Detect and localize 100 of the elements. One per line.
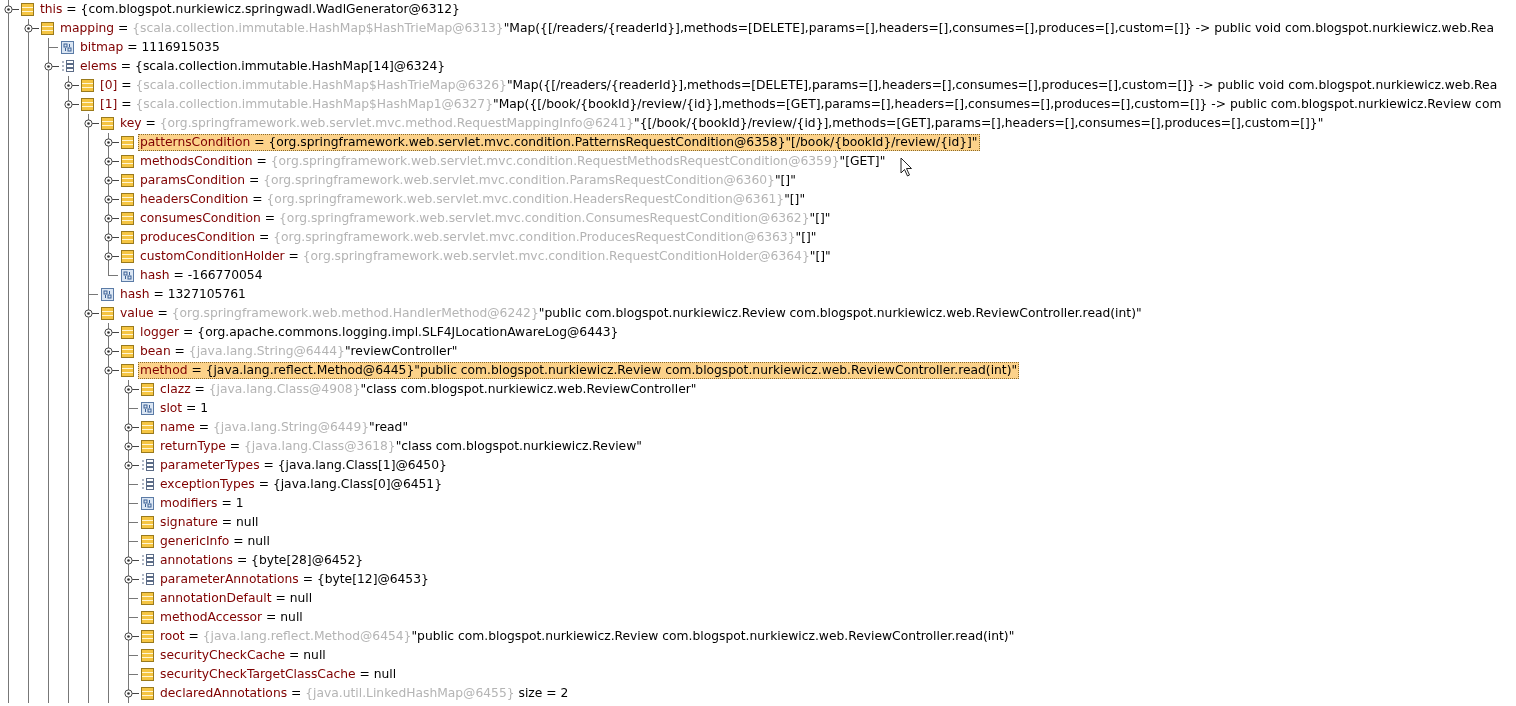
object-field-icon: [121, 345, 134, 358]
variable-entry[interactable]: parameterAnnotations = {byte[12]@6453}: [158, 571, 431, 588]
collapsed-toggle-icon[interactable]: [104, 138, 120, 147]
variable-entry[interactable]: securityCheckCache = null: [158, 647, 328, 664]
variable-entry[interactable]: this = {com.blogspot.nurkiewicz.springwadl.WadlGenerator@6312}: [38, 1, 462, 18]
array-field-icon: [61, 60, 74, 73]
variable-entry[interactable]: root = {java.lang.reflect.Method@6454}"public com.blogspot.nurkiewicz.Review com.blogspot.nurkiewicz.web.ReviewController.read(int)": [158, 628, 1017, 645]
object-field-icon: [121, 364, 134, 377]
object-field-icon: [141, 516, 154, 529]
variable-entry[interactable]: [0] = {scala.collection.immutable.HashMap$HashTrieMap@6326}"Map({[/readers/{readerId}],methods=[DELETE],params=[],headers=[],consumes=[],produces=[],custom=[]} -> public void com.blogspot.nurkiewicz.web.Rea: [98, 77, 1500, 94]
primitive-field-icon: [141, 497, 154, 510]
expanded-toggle-icon[interactable]: [84, 119, 100, 133]
collapsed-toggle-icon[interactable]: [64, 81, 80, 90]
object-field-icon: [101, 307, 114, 320]
expanded-toggle-icon[interactable]: [64, 100, 80, 114]
collapsed-toggle-icon[interactable]: [124, 442, 140, 451]
collapsed-toggle-icon[interactable]: [104, 214, 120, 223]
variable-entry[interactable]: method = {java.lang.reflect.Method@6445}"public com.blogspot.nurkiewicz.Review com.blogspot.nurkiewicz.web.ReviewController.read(int)": [138, 362, 1020, 379]
primitive-field-icon: [121, 269, 134, 282]
variable-entry[interactable]: exceptionTypes = {java.lang.Class[0]@6451}: [158, 476, 445, 493]
object-field-icon: [41, 22, 54, 35]
collapsed-toggle-icon[interactable]: [104, 233, 120, 242]
collapsed-toggle-icon[interactable]: [124, 556, 140, 565]
object-field-icon: [141, 649, 154, 662]
object-field-icon: [21, 3, 34, 16]
object-field-icon: [101, 117, 114, 130]
collapsed-toggle-icon[interactable]: [124, 689, 140, 698]
object-field-icon: [121, 155, 134, 168]
mouse-pointer-icon: [900, 157, 914, 177]
variable-entry[interactable]: name = {java.lang.String@6449}"read": [158, 419, 411, 436]
primitive-field-icon: [61, 41, 74, 54]
object-field-icon: [141, 383, 154, 396]
collapsed-toggle-icon[interactable]: [124, 385, 140, 394]
array-field-icon: [141, 573, 154, 586]
object-field-icon: [141, 535, 154, 548]
variable-entry[interactable]: consumesCondition = {org.springframework.web.servlet.mvc.condition.ConsumesRequestCondition@6362}"[]": [138, 210, 833, 227]
object-field-icon: [141, 630, 154, 643]
object-field-icon: [81, 79, 94, 92]
object-field-icon: [121, 136, 134, 149]
object-field-icon: [141, 440, 154, 453]
primitive-field-icon: [141, 402, 154, 415]
collapsed-toggle-icon[interactable]: [104, 347, 120, 356]
object-field-icon: [121, 212, 134, 225]
variable-entry[interactable]: slot = 1: [158, 400, 211, 417]
expanded-toggle-icon[interactable]: [104, 366, 120, 380]
variable-entry[interactable]: returnType = {java.lang.Class@3618}"class com.blogspot.nurkiewicz.Review": [158, 438, 644, 455]
variable-entry[interactable]: genericInfo = null: [158, 533, 272, 550]
variable-entry[interactable]: [1] = {scala.collection.immutable.HashMap$HashMap1@6327}"Map({[/book/{bookId}/review/{id}],methods=[GET],params=[],headers=[],consumes=[],produces=[],custom=[]} -> public com.blogspot.nurkiewicz.Review com: [98, 96, 1504, 113]
variable-entry[interactable]: elems = {scala.collection.immutable.HashMap[14]@6324}: [78, 58, 448, 75]
object-field-icon: [121, 193, 134, 206]
object-field-icon: [81, 98, 94, 111]
variable-entry[interactable]: producesCondition = {org.springframework.web.servlet.mvc.condition.ProducesRequestCondition@6363}"[]": [138, 229, 819, 246]
expanded-toggle-icon[interactable]: [24, 24, 40, 38]
array-field-icon: [141, 459, 154, 472]
variable-entry[interactable]: methodAccessor = null: [158, 609, 305, 626]
expanded-toggle-icon[interactable]: [44, 62, 60, 76]
collapsed-toggle-icon[interactable]: [104, 157, 120, 166]
object-field-icon: [141, 611, 154, 624]
variable-entry[interactable]: mapping = {scala.collection.immutable.HashMap$HashTrieMap@6313}"Map({[/readers/{readerId}],methods=[DELETE],params=[],headers=[],consumes=[],produces=[],custom=[]} -> public void com.blogspot.nurkiewicz.web.Rea: [58, 20, 1496, 37]
collapsed-toggle-icon[interactable]: [104, 195, 120, 204]
object-field-icon: [121, 250, 134, 263]
variable-entry[interactable]: customConditionHolder = {org.springframework.web.servlet.mvc.condition.RequestConditionHolder@6364}"[]": [138, 248, 833, 265]
collapsed-toggle-icon[interactable]: [124, 461, 140, 470]
collapsed-toggle-icon[interactable]: [124, 632, 140, 641]
variable-entry[interactable]: clazz = {java.lang.Class@4908}"class com.blogspot.nurkiewicz.web.ReviewController": [158, 381, 699, 398]
variable-entry[interactable]: headersCondition = {org.springframework.web.servlet.mvc.condition.HeadersRequestCondition@6361}"[]": [138, 191, 808, 208]
variable-entry[interactable]: securityCheckTargetClassCache = null: [158, 666, 399, 683]
primitive-field-icon: [101, 288, 114, 301]
variable-entry[interactable]: methodsCondition = {org.springframework.web.servlet.mvc.condition.RequestMethodsRequestCondition@6359}"[GET]": [138, 153, 888, 170]
variable-entry[interactable]: paramsCondition = {org.springframework.web.servlet.mvc.condition.ParamsRequestCondition@6360}"[]": [138, 172, 798, 189]
object-field-icon: [121, 231, 134, 244]
variable-entry[interactable]: signature = null: [158, 514, 261, 531]
collapsed-toggle-icon[interactable]: [104, 328, 120, 337]
variable-entry[interactable]: parameterTypes = {java.lang.Class[1]@6450}: [158, 457, 449, 474]
variable-entry[interactable]: hash = -166770054: [138, 267, 265, 284]
variable-entry[interactable]: bean = {java.lang.String@6444}"reviewController": [138, 343, 460, 360]
variable-entry[interactable]: declaredAnnotations = {java.util.LinkedHashMap@6455} size = 2: [158, 685, 571, 702]
object-field-icon: [121, 326, 134, 339]
object-field-icon: [141, 668, 154, 681]
collapsed-toggle-icon[interactable]: [124, 423, 140, 432]
object-field-icon: [141, 592, 154, 605]
variable-entry[interactable]: annotationDefault = null: [158, 590, 315, 607]
variable-entry[interactable]: key = {org.springframework.web.servlet.mvc.method.RequestMappingInfo@6241}"{[/book/{bookId}/review/{id}],methods=[GET],params=[],headers=[],consumes=[],produces=[],custom=[]}": [118, 115, 1326, 132]
object-field-icon: [141, 687, 154, 700]
variable-entry[interactable]: bitmap = 1116915035: [78, 39, 222, 56]
collapsed-toggle-icon[interactable]: [104, 252, 120, 261]
variable-entry[interactable]: value = {org.springframework.web.method.HandlerMethod@6242}"public com.blogspot.nurkiewicz.Review com.blogspot.nurkiewicz.web.ReviewController.read(int)": [118, 305, 1144, 322]
expanded-toggle-icon[interactable]: [4, 5, 20, 19]
object-field-icon: [141, 421, 154, 434]
array-field-icon: [141, 554, 154, 567]
array-field-icon: [141, 478, 154, 491]
variable-entry[interactable]: patternsCondition = {org.springframework.web.servlet.mvc.condition.PatternsRequestCondition@6358}"[/book/{bookId}/review/{id}]": [138, 134, 980, 151]
variable-entry[interactable]: logger = {org.apache.commons.logging.impl.SLF4JLocationAwareLog@6443}: [138, 324, 621, 341]
collapsed-toggle-icon[interactable]: [124, 575, 140, 584]
variable-entry[interactable]: modifiers = 1: [158, 495, 246, 512]
expanded-toggle-icon[interactable]: [84, 309, 100, 323]
object-field-icon: [121, 174, 134, 187]
variable-entry[interactable]: annotations = {byte[28]@6452}: [158, 552, 366, 569]
collapsed-toggle-icon[interactable]: [104, 176, 120, 185]
variable-entry[interactable]: hash = 1327105761: [118, 286, 248, 303]
